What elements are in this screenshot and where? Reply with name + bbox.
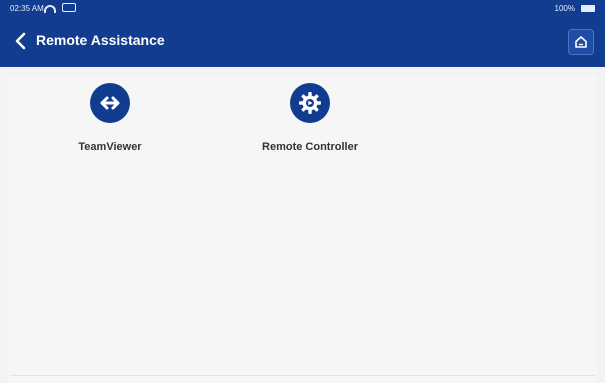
home-button[interactable] xyxy=(568,29,594,55)
page-title: Remote Assistance xyxy=(36,32,165,48)
battery-percent: 100% xyxy=(554,4,575,13)
wifi-icon xyxy=(44,4,56,13)
main-content: TeamViewer Remote Controller xyxy=(0,67,605,383)
teamviewer-label: TeamViewer xyxy=(78,141,142,153)
double-arrow-icon xyxy=(90,83,130,123)
status-bar: 02:35 AM 100% xyxy=(0,0,605,18)
teamviewer-tile[interactable]: TeamViewer xyxy=(40,67,180,167)
status-right: 100% xyxy=(555,4,595,13)
back-button[interactable] xyxy=(10,29,30,53)
status-time: 02:35 AM xyxy=(10,4,44,13)
chevron-left-icon xyxy=(15,32,26,50)
nav-bar: Remote Assistance xyxy=(0,18,605,67)
status-icons xyxy=(44,3,76,13)
app-header: 02:35 AM 100% Remote Assistance xyxy=(0,0,605,67)
remote-controller-label: Remote Controller xyxy=(262,141,358,153)
bottom-divider xyxy=(10,375,595,376)
battery-icon xyxy=(581,5,595,12)
remote-controller-tile[interactable]: Remote Controller xyxy=(240,67,380,167)
keyboard-icon xyxy=(62,3,76,12)
home-icon xyxy=(575,36,587,48)
gear-icon xyxy=(290,83,330,123)
